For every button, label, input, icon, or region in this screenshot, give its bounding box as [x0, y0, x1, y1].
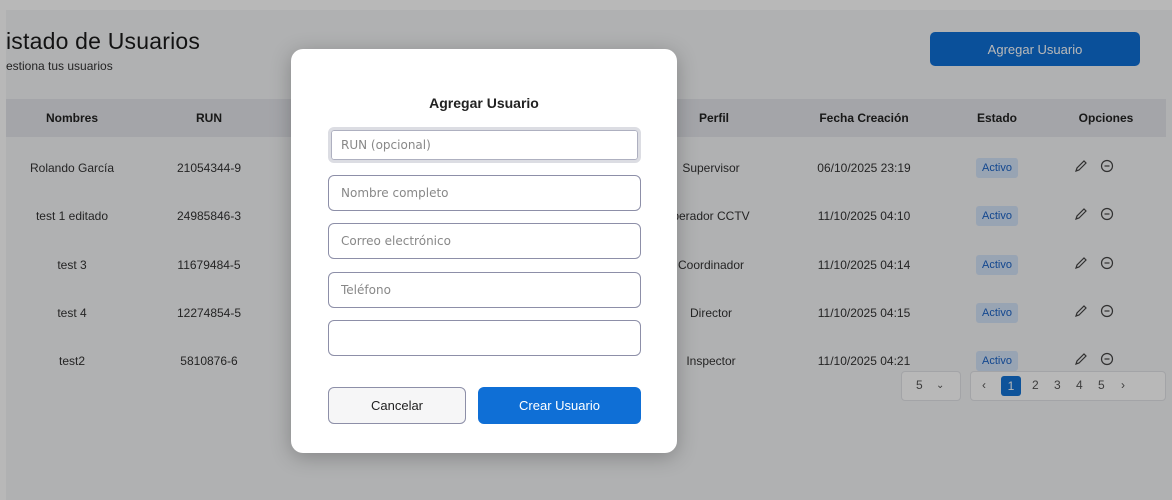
profile-select[interactable] — [328, 320, 641, 356]
full-name-input[interactable] — [328, 175, 641, 211]
cancel-button[interactable]: Cancelar — [328, 387, 466, 424]
run-input[interactable] — [328, 127, 641, 163]
create-user-button[interactable]: Crear Usuario — [478, 387, 641, 424]
add-user-modal: Agregar Usuario Cancelar Crear Usuario — [291, 49, 677, 453]
email-input[interactable] — [328, 223, 641, 259]
phone-input[interactable] — [328, 272, 641, 308]
modal-title: Agregar Usuario — [429, 95, 539, 111]
